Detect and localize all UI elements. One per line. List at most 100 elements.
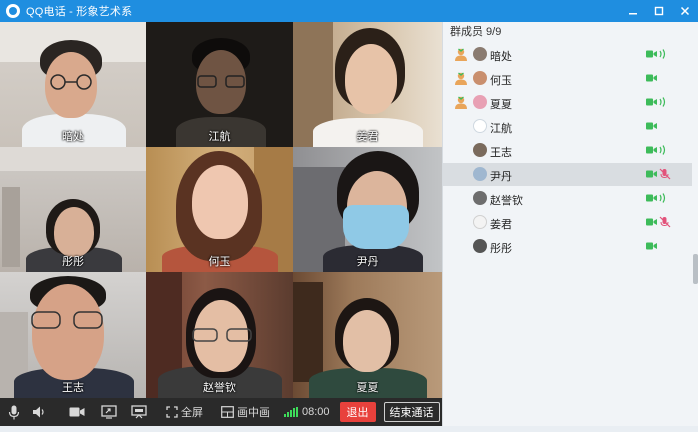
share-screen-icon <box>101 405 117 419</box>
member-row[interactable]: 何玉 <box>443 67 693 90</box>
maximize-button[interactable] <box>646 0 672 22</box>
video-tile[interactable]: 王志 <box>0 272 146 398</box>
member-name: 彤彤 <box>490 243 512 255</box>
minimize-button[interactable] <box>620 0 646 22</box>
share-screen-button[interactable] <box>96 398 122 426</box>
avatar <box>473 119 487 133</box>
avatar <box>473 215 487 229</box>
camera-on-icon <box>646 218 657 226</box>
microphone-button[interactable] <box>0 398 28 426</box>
title-bar: QQ电话 - 形象艺术系 <box>0 0 698 22</box>
video-tile[interactable]: 江航 <box>146 22 293 147</box>
video-tile[interactable]: 尹丹 <box>293 147 442 272</box>
member-name: 王志 <box>490 147 512 159</box>
member-row[interactable]: 江航 <box>443 115 693 138</box>
speaking-icon <box>659 145 666 155</box>
speaker-button[interactable] <box>28 398 50 426</box>
avatar <box>473 239 487 253</box>
host-icon <box>455 48 467 61</box>
speaking-icon <box>659 49 666 59</box>
member-name: 江航 <box>490 123 512 135</box>
avatar <box>473 167 487 181</box>
member-row[interactable]: 王志 <box>443 139 693 162</box>
member-panel: 群成员 9/9 暗处 何玉 夏夏 江航 王志 尹丹 赵誉钦 姜君 彤彤 <box>442 22 698 426</box>
fullscreen-label: 全屏 <box>181 407 203 419</box>
video-tile[interactable]: 夏夏 <box>293 272 442 398</box>
camera-button[interactable] <box>64 398 90 426</box>
camera-on-icon <box>646 74 657 82</box>
member-row[interactable]: 彤彤 <box>443 235 693 258</box>
camera-on-icon <box>646 170 657 178</box>
member-row[interactable]: 暗处 <box>443 43 693 66</box>
member-row[interactable]: 赵誉钦 <box>443 187 693 210</box>
picture-in-picture-icon <box>221 406 234 418</box>
window-title: QQ电话 - 形象艺术系 <box>26 6 133 18</box>
tile-name: 夏夏 <box>356 382 379 394</box>
video-tile[interactable]: 姜君 <box>293 22 442 147</box>
tile-name: 赵誉钦 <box>203 382 236 394</box>
member-name: 尹丹 <box>490 171 512 183</box>
camera-on-icon <box>646 50 657 58</box>
avatar <box>473 47 487 61</box>
tile-name: 江航 <box>208 131 231 143</box>
microphone-icon <box>8 405 20 419</box>
speaker-icon <box>33 406 44 418</box>
video-tile[interactable]: 何玉 <box>146 147 293 272</box>
speaking-icon <box>659 97 666 107</box>
camera-on-icon <box>646 98 657 106</box>
host-icon <box>455 96 467 109</box>
member-name: 暗处 <box>490 51 512 63</box>
camera-on-icon <box>646 146 657 154</box>
presentation-icon <box>131 405 147 419</box>
member-count: 群成员 9/9 <box>450 26 502 38</box>
close-icon <box>680 6 690 16</box>
mic-muted-icon <box>659 216 671 228</box>
call-toolbar: 全屏 画中画 08:00 退出 结束通话 <box>0 398 442 426</box>
avatar <box>473 191 487 205</box>
call-timer-text: 08:00 <box>302 406 330 418</box>
tile-name: 彤彤 <box>62 256 84 268</box>
camera-on-icon <box>646 194 657 202</box>
fullscreen-button[interactable]: 全屏 <box>166 398 203 426</box>
signal-strength-icon <box>284 407 299 417</box>
host-icon <box>455 72 467 85</box>
window-bottom-border <box>0 426 698 432</box>
mic-muted-icon <box>659 168 671 180</box>
tile-name: 尹丹 <box>356 256 379 268</box>
member-row[interactable]: 夏夏 <box>443 91 693 114</box>
video-grid: 暗处 江航 姜君 彤彤 何玉 尹丹 王志 赵誉钦 夏夏 <box>0 22 442 398</box>
member-name: 何玉 <box>490 75 512 87</box>
qq-logo-icon <box>6 4 20 18</box>
member-name: 夏夏 <box>490 99 512 111</box>
tile-name: 姜君 <box>356 131 379 143</box>
video-tile[interactable]: 暗处 <box>0 22 146 147</box>
member-row[interactable]: 姜君 <box>443 211 693 234</box>
member-name: 姜君 <box>490 219 512 231</box>
picture-in-picture-button[interactable]: 画中画 <box>221 398 270 426</box>
fullscreen-icon <box>166 406 178 418</box>
call-timer: 08:00 <box>284 398 330 426</box>
video-tile[interactable]: 彤彤 <box>0 147 146 272</box>
window-controls <box>620 0 698 22</box>
avatar <box>473 71 487 85</box>
presentation-button[interactable] <box>126 398 152 426</box>
avatar <box>473 143 487 157</box>
end-call-button[interactable]: 结束通话 <box>383 402 440 422</box>
exit-button[interactable]: 退出 <box>339 402 376 422</box>
tile-name: 暗处 <box>62 131 84 143</box>
scrollbar-thumb[interactable] <box>693 254 698 284</box>
minimize-icon <box>629 13 637 15</box>
member-row[interactable]: 尹丹 <box>443 163 693 186</box>
member-name: 赵誉钦 <box>490 195 523 207</box>
tile-name: 何玉 <box>208 256 231 268</box>
camera-on-icon <box>646 242 657 250</box>
picture-in-picture-label: 画中画 <box>237 407 270 419</box>
tile-name: 王志 <box>62 382 84 394</box>
camera-on-icon <box>646 122 657 130</box>
member-scrollbar[interactable] <box>692 22 698 426</box>
avatar <box>473 95 487 109</box>
close-button[interactable] <box>672 0 698 22</box>
maximize-icon <box>654 6 664 16</box>
camera-icon <box>69 407 85 417</box>
video-tile[interactable]: 赵誉钦 <box>146 272 293 398</box>
